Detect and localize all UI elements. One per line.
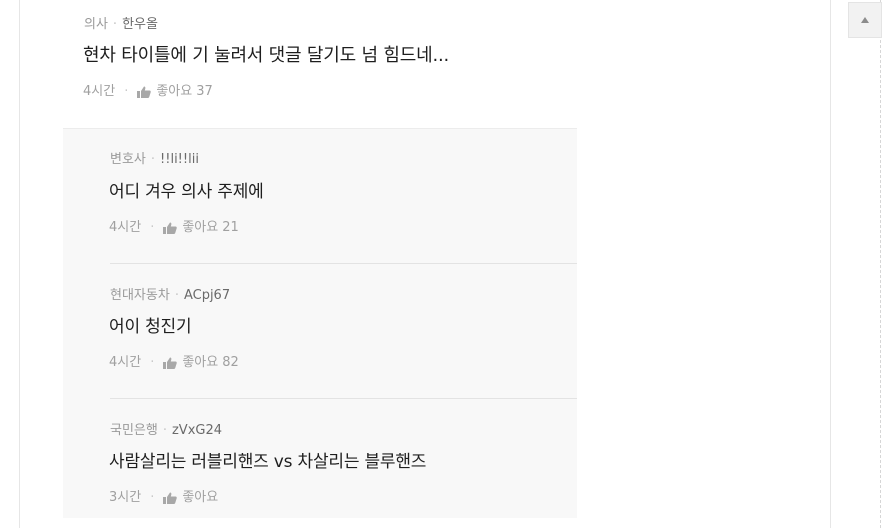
reply-text: 어디 겨우 의사 주제에 [109,182,264,202]
author-nickname[interactable]: ACpj67 [184,288,230,303]
reply-text: 사람살리는 러블리핸즈 vs 차살리는 블루핸즈 [109,452,427,472]
author-nickname[interactable]: 한우올 [122,17,158,32]
like-button[interactable]: 좋아요 82 [163,355,239,371]
thumbs-up-icon [137,86,152,98]
reply-time: 3시간 [109,490,142,505]
like-button[interactable]: 좋아요 37 [137,84,213,100]
footer-separator: · [150,355,155,370]
like-count: 37 [196,84,213,99]
reply-footer: 4시간 · 좋아요 21 [109,220,239,236]
rail-divider [880,0,881,528]
scroll-top-button[interactable] [848,2,882,38]
reply-time: 4시간 [109,220,142,235]
like-count: 21 [222,220,239,235]
footer-separator: · [150,220,155,235]
thumbs-up-icon [163,492,178,504]
comment: 의사 · 한우올 현차 타이틀에 기 눌려서 댓글 달기도 넘 힘드네... 4시간… [63,0,577,128]
comment-thread: 의사 · 한우올 현차 타이틀에 기 눌려서 댓글 달기도 넘 힘드네... 4시간… [63,0,577,518]
like-label: 좋아요 [182,355,219,370]
thumbs-up-icon [163,222,178,234]
like-count: 82 [222,355,239,370]
comment-time: 4시간 [83,84,116,99]
reply-list: 변호사 · !!li!!lii 어디 겨우 의사 주제에 4시간 · 좋아요 21 [63,128,577,518]
footer-separator: · [124,84,129,99]
like-label: 좋아요 [156,84,193,99]
reply-footer: 3시간 · 좋아요 [109,490,218,506]
meta-separator: · [174,288,179,303]
reply-divider [110,398,577,399]
reply-text: 어이 청진기 [109,317,192,337]
author-nickname[interactable]: !!li!!lii [160,152,199,167]
comment-meta: 의사 · 한우올 [84,17,158,33]
reply-divider [110,263,577,264]
reply-time: 4시간 [109,355,142,370]
author-job: 국민은행 [110,423,158,438]
author-nickname[interactable]: zVxG24 [172,423,222,438]
comment-text: 현차 타이틀에 기 눌려서 댓글 달기도 넘 힘드네... [83,45,450,66]
right-rail [836,0,889,528]
like-label: 좋아요 [182,220,219,235]
meta-separator: · [162,423,167,438]
reply-meta: 현대자동차 · ACpj67 [110,288,230,304]
author-job: 의사 [84,17,108,32]
like-label: 좋아요 [182,490,219,505]
comment-footer: 4시간 · 좋아요 37 [83,84,213,100]
reply-footer: 4시간 · 좋아요 82 [109,355,239,371]
author-job: 변호사 [110,152,146,167]
reply-meta: 국민은행 · zVxG24 [110,423,222,439]
reply-meta: 변호사 · !!li!!lii [110,152,199,168]
thumbs-up-icon [163,357,178,369]
like-button[interactable]: 좋아요 21 [163,220,239,236]
meta-separator: · [150,152,156,167]
like-button[interactable]: 좋아요 [163,490,218,506]
caret-up-icon [861,17,869,23]
author-job: 현대자동차 [110,288,170,303]
footer-separator: · [150,490,155,505]
meta-separator: · [112,17,118,32]
